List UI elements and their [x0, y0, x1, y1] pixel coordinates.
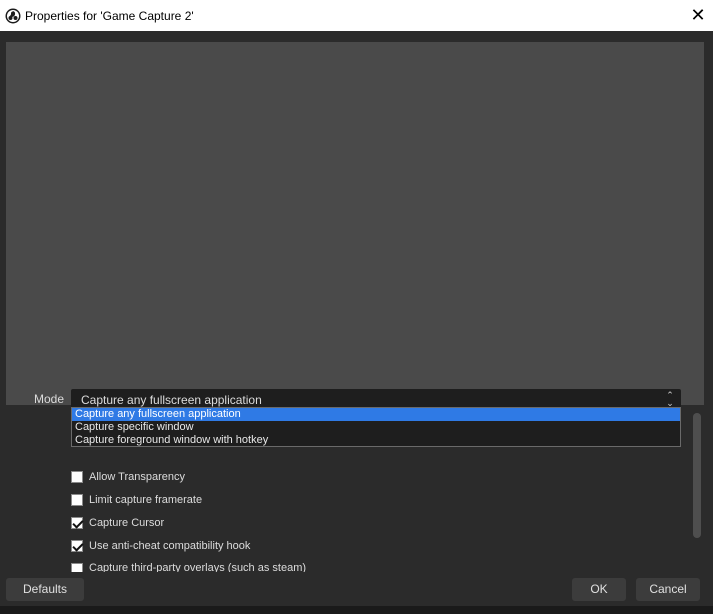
close-button[interactable]: ✕	[683, 0, 713, 31]
defaults-button[interactable]: Defaults	[6, 578, 84, 601]
mode-dropdown-list: Capture any fullscreen application Captu…	[71, 407, 681, 447]
source-preview	[6, 42, 704, 405]
checkbox-anti-cheat-hook[interactable]: Use anti-cheat compatibility hook	[71, 537, 250, 555]
title-bar: Properties for 'Game Capture 2' ✕	[0, 0, 713, 31]
checkbox-box[interactable]	[71, 471, 83, 483]
mode-option[interactable]: Capture any fullscreen application	[72, 408, 680, 421]
checkbox-label: Capture Cursor	[89, 517, 165, 529]
checkbox-label: Allow Transparency	[89, 471, 185, 483]
mode-row: Mode Capture any fullscreen application …	[0, 389, 690, 411]
taskbar-edge	[0, 606, 713, 614]
checkbox-box[interactable]	[71, 563, 83, 572]
mode-select-value: Capture any fullscreen application	[81, 393, 262, 407]
scrollbar-thumb[interactable]	[693, 413, 701, 538]
close-icon: ✕	[690, 5, 706, 25]
checkbox-label: Capture third-party overlays (such as st…	[89, 562, 307, 572]
mode-option[interactable]: Capture foreground window with hotkey	[72, 434, 680, 447]
checkbox-label: Use anti-cheat compatibility hook	[89, 540, 251, 552]
mode-label: Mode	[33, 392, 64, 406]
properties-scrollbar[interactable]	[693, 413, 701, 538]
obs-logo-icon	[5, 8, 21, 23]
mode-option[interactable]: Capture specific window	[72, 421, 680, 434]
ok-button[interactable]: OK	[572, 578, 626, 601]
window-title: Properties for 'Game Capture 2'	[25, 8, 194, 23]
checkbox-limit-framerate[interactable]: Limit capture framerate	[71, 491, 202, 509]
checkbox-capture-cursor[interactable]: Capture Cursor	[71, 514, 164, 532]
cancel-button[interactable]: Cancel	[636, 578, 700, 601]
checkbox-third-party-overlays[interactable]: Capture third-party overlays (such as st…	[71, 560, 306, 572]
checkbox-box[interactable]	[71, 494, 83, 506]
checkbox-box[interactable]	[71, 540, 83, 552]
checkbox-label: Limit capture framerate	[89, 494, 203, 506]
checkbox-box[interactable]	[71, 517, 83, 529]
checkbox-allow-transparency[interactable]: Allow Transparency	[71, 468, 185, 486]
